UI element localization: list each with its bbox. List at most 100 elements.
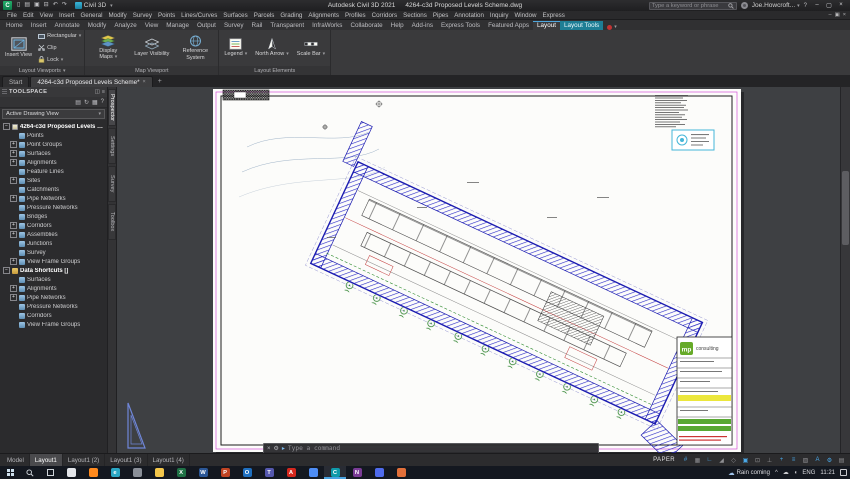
insert-view-button[interactable]: Insert View — [3, 31, 34, 65]
grid-icon[interactable]: # — [680, 456, 691, 465]
print-icon[interactable]: ⊟ — [43, 1, 50, 10]
taskbar-onenote-icon[interactable]: N — [346, 466, 368, 479]
tree-item-surfaces[interactable]: Surfaces — [0, 275, 107, 284]
action-center-icon[interactable] — [840, 469, 847, 476]
taskbar-edge-icon[interactable]: e — [104, 466, 126, 479]
menu-file[interactable]: File — [4, 12, 20, 19]
expand-icon[interactable] — [10, 159, 17, 166]
tree-item-sites[interactable]: Sites — [0, 176, 107, 185]
tree-item-pressure-networks[interactable]: Pressure Networks — [0, 203, 107, 212]
new-drawing-tab-button[interactable]: + — [154, 76, 166, 87]
taskbar-calculator-icon[interactable] — [368, 466, 390, 479]
tree-item-view-frame-groups[interactable]: View Frame Groups — [0, 257, 107, 266]
display-maps-button[interactable]: Display Maps — [88, 31, 128, 65]
command-close-icon[interactable]: × — [267, 446, 271, 452]
ribbon-tab-output[interactable]: Output — [193, 21, 220, 30]
task-view-button[interactable] — [40, 466, 60, 479]
search-input[interactable] — [652, 3, 726, 9]
collapse-icon[interactable] — [3, 267, 10, 274]
tree-item-view-frame-groups[interactable]: View Frame Groups — [0, 320, 107, 329]
workspace-switcher[interactable]: Civil 3D — [75, 2, 113, 9]
record-dot-icon[interactable] — [607, 25, 612, 30]
tree-item-pipe-networks[interactable]: Pipe Networks — [0, 293, 107, 302]
menu-parcels[interactable]: Parcels — [251, 12, 278, 19]
taskbar-teams-icon[interactable]: T — [258, 466, 280, 479]
expand-icon[interactable] — [10, 141, 17, 148]
app-logo-icon[interactable]: C — [3, 1, 12, 10]
menu-corridors[interactable]: Corridors — [369, 12, 400, 19]
menu-edit[interactable]: Edit — [20, 12, 37, 19]
expand-icon[interactable] — [10, 231, 17, 238]
menu-points[interactable]: Points — [155, 12, 178, 19]
collapse-icon[interactable] — [3, 123, 10, 130]
open-icon[interactable]: ▤ — [23, 1, 31, 10]
taskbar-settings-icon[interactable] — [126, 466, 148, 479]
palette-tab-prospector[interactable]: Prospector — [108, 89, 116, 126]
tree-root-data-shortcuts[interactable]: Data Shortcuts [] — [0, 266, 107, 275]
help-icon[interactable]: ? — [804, 3, 807, 9]
expand-icon[interactable] — [10, 150, 17, 157]
object-snap-3d-icon[interactable]: ⊡ — [752, 456, 763, 465]
taskbar-explorer-icon[interactable] — [148, 466, 170, 479]
ribbon-tab-infraworks[interactable]: InfraWorks — [308, 21, 346, 30]
doc-close-button[interactable]: × — [843, 12, 846, 18]
ribbon-tab-analyze[interactable]: Analyze — [110, 21, 140, 30]
ribbon-minimize-icon[interactable]: ▾ — [614, 24, 617, 30]
palette-autohide-icon[interactable]: ◫ — [95, 89, 100, 95]
layer-visibility-button[interactable]: Layer Visibility — [132, 31, 171, 65]
isodraft-icon[interactable]: ◇ — [728, 456, 739, 465]
menu-sections[interactable]: Sections — [400, 12, 430, 19]
ribbon-tab-rail[interactable]: Rail — [248, 21, 267, 30]
user-avatar[interactable] — [741, 2, 748, 9]
expand-icon[interactable] — [10, 258, 17, 265]
search-icon[interactable] — [728, 3, 734, 9]
menu-inquiry[interactable]: Inquiry — [487, 12, 512, 19]
taskbar-chrome-icon[interactable] — [302, 466, 324, 479]
taskbar-powerpoint-icon[interactable]: P — [214, 466, 236, 479]
menu-surfaces[interactable]: Surfaces — [220, 12, 250, 19]
ribbon-tab-layout-tools[interactable]: Layout Tools — [560, 21, 603, 30]
snap-icon[interactable]: ▦ — [692, 456, 703, 465]
tree-root-drawing[interactable]: 4264-c3d Proposed Levels Scheme — [0, 122, 107, 131]
doc-restore-button[interactable]: ▣ — [835, 12, 840, 18]
workspace-gear-icon[interactable]: ⚙ — [824, 456, 835, 465]
palette-tab-settings[interactable]: Settings — [108, 128, 116, 164]
layout-tab-model[interactable]: Model — [2, 454, 30, 466]
reference-system-button[interactable]: Reference System — [175, 31, 215, 65]
toolspace-help-icon[interactable]: ? — [101, 99, 104, 105]
tree-item-junctions[interactable]: Junctions — [0, 239, 107, 248]
menu-modify[interactable]: Modify — [105, 12, 129, 19]
menu-profiles[interactable]: Profiles — [342, 12, 369, 19]
layout-tab-layout1-4[interactable]: Layout1 (4) — [148, 454, 190, 466]
ribbon-tab-home[interactable]: Home — [2, 21, 27, 30]
tree-item-pressure-networks[interactable]: Pressure Networks — [0, 302, 107, 311]
ribbon-tab-insert[interactable]: Insert — [27, 21, 51, 30]
tree-item-surfaces[interactable]: Surfaces — [0, 149, 107, 158]
taskbar-firefox-icon[interactable] — [82, 466, 104, 479]
scrollbar-thumb[interactable] — [842, 171, 849, 245]
tree-item-point-groups[interactable]: Point Groups — [0, 140, 107, 149]
menu-alignments[interactable]: Alignments — [305, 12, 342, 19]
ribbon-tab-transparent[interactable]: Transparent — [266, 21, 308, 30]
tree-item-feature-lines[interactable]: Feature Lines — [0, 167, 107, 176]
ribbon-tab-layout[interactable]: Layout — [533, 21, 560, 30]
lineweight-icon[interactable]: ≡ — [788, 456, 799, 465]
ribbon-tab-annotate[interactable]: Annotate — [51, 21, 84, 30]
tree-item-alignments[interactable]: Alignments — [0, 284, 107, 293]
polar-tracking-icon[interactable]: ◢ — [716, 456, 727, 465]
tree-item-corridors[interactable]: Corridors — [0, 311, 107, 320]
command-customize-icon[interactable]: ⚙ — [274, 445, 279, 452]
paper-model-toggle[interactable]: PAPER — [649, 457, 679, 463]
menu-express[interactable]: Express — [539, 12, 567, 19]
menu-general[interactable]: General — [77, 12, 105, 19]
layout-tab-layout1-2[interactable]: Layout1 (2) — [63, 454, 105, 466]
menu-insert[interactable]: Insert — [56, 12, 77, 19]
menu-annotation[interactable]: Annotation — [451, 12, 487, 19]
menu-grading[interactable]: Grading — [277, 12, 305, 19]
tree-item-points[interactable]: Points — [0, 131, 107, 140]
ribbon-tab-featured-apps[interactable]: Featured Apps — [484, 21, 533, 30]
new-icon[interactable]: ▯ — [16, 1, 21, 10]
active-drawing-view-select[interactable]: Active Drawing View — [2, 109, 105, 119]
palette-properties-icon[interactable]: ≡ — [102, 89, 105, 95]
vertical-scrollbar[interactable] — [840, 87, 850, 453]
